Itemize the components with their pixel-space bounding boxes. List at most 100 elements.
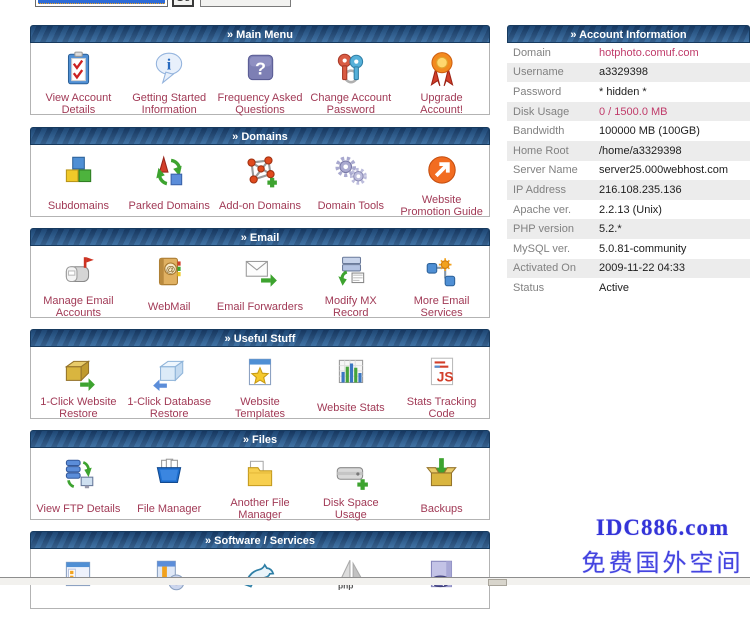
account-info-value: /home/a3329398 xyxy=(599,145,682,157)
account-info-label: IP Address xyxy=(507,184,599,196)
menu-item-label: File Manager xyxy=(124,496,215,522)
account-info-label: Domain xyxy=(507,47,599,59)
account-info-row: Apache ver.2.2.13 (Unix) xyxy=(507,200,750,220)
menu-item-label: Frequency Asked Questions xyxy=(215,91,306,117)
section-useful-stuff: » Useful Stuff 1-Click Website Restore1-… xyxy=(30,329,490,419)
menu-item[interactable]: iGetting Started Information xyxy=(124,45,215,112)
menu-item[interactable]: Parked Domains xyxy=(124,147,215,214)
menu-item[interactable]: @WebMail xyxy=(124,248,215,315)
menu-item[interactable]: Website Promotion Guide xyxy=(396,147,487,214)
software-box-icon xyxy=(124,553,215,597)
account-info-label: Apache ver. xyxy=(507,204,599,216)
menu-item[interactable]: Website Stats xyxy=(305,349,396,416)
watermark-site: IDC886.com xyxy=(575,515,750,541)
menu-item-label: Website Stats xyxy=(305,395,396,421)
account-info-value: Active xyxy=(599,282,629,294)
cubes-icon xyxy=(33,149,124,193)
menu-item-label: Modify MX Record xyxy=(305,294,396,320)
svg-text:?: ? xyxy=(255,58,266,78)
menu-item[interactable]: Subdomains xyxy=(33,147,124,214)
section-files: » Files View FTP DetailsFile ManagerAnot… xyxy=(30,430,490,520)
account-info-value: 2.2.13 (Unix) xyxy=(599,204,662,216)
menu-item[interactable]: Upgrade Account! xyxy=(396,45,487,112)
file-manager-icon xyxy=(124,452,215,496)
menu-item-label: Website Templates xyxy=(215,395,306,421)
menu-item[interactable]: View Account Details xyxy=(33,45,124,112)
section-body: SubdomainsParked DomainsAdd-on DomainsDo… xyxy=(30,145,490,217)
watermark: IDC886.com 免费国外空间 xyxy=(575,515,750,578)
account-info-row: Activated On2009-11-22 04:33 xyxy=(507,259,750,279)
watermark-caption: 免费国外空间 xyxy=(575,543,750,578)
menu-item[interactable]: 1-Click Database Restore xyxy=(124,349,215,416)
stats-bars-icon xyxy=(305,351,396,395)
menu-item[interactable]: More Email Services xyxy=(396,248,487,315)
menu-item-label: Website Promotion Guide xyxy=(396,193,487,219)
mailbox-icon xyxy=(33,250,124,294)
account-select-input[interactable] xyxy=(35,0,168,7)
menu-item-label: 1-Click Website Restore xyxy=(33,395,124,421)
menu-item-label xyxy=(305,597,396,623)
app-window-icon xyxy=(33,553,124,597)
menu-item[interactable]: Manage Email Accounts xyxy=(33,248,124,315)
svg-text:i: i xyxy=(167,57,172,74)
menu-item-label xyxy=(33,597,124,623)
account-info-label: Bandwidth xyxy=(507,125,599,137)
server-mail-icon xyxy=(305,250,396,294)
menu-item-label: Email Forwarders xyxy=(215,294,306,320)
account-info-value: 216.108.235.136 xyxy=(599,184,682,196)
section-domains: » Domains SubdomainsParked DomainsAdd-on… xyxy=(30,127,490,217)
section-header: » Main Menu xyxy=(30,25,490,43)
address-book-icon: @ xyxy=(124,250,215,294)
account-info-label: Server Name xyxy=(507,164,599,176)
menu-item-label: WebMail xyxy=(124,294,215,320)
svg-text:@: @ xyxy=(166,265,176,276)
menu-item[interactable]: Website Templates xyxy=(215,349,306,416)
account-info-row: Server Nameserver25.000webhost.com xyxy=(507,161,750,181)
section-body: View Account DetailsiGetting Started Inf… xyxy=(30,43,490,115)
menu-item[interactable]: JSStats Tracking Code xyxy=(396,349,487,416)
create-new-button[interactable]: Create New xyxy=(200,0,291,7)
gears-icon xyxy=(305,149,396,193)
folder-icon xyxy=(215,452,306,496)
account-details-icon xyxy=(33,47,124,91)
section-header: » Domains xyxy=(30,127,490,145)
account-info-row: IP Address216.108.235.136 xyxy=(507,180,750,200)
account-info-row: Disk Usage0 / 1500.0 MB xyxy=(507,102,750,122)
horizontal-scrollbar[interactable] xyxy=(0,577,750,585)
account-info-row: PHP version5.2.* xyxy=(507,219,750,239)
menu-item[interactable]: View FTP Details xyxy=(33,450,124,517)
menu-item[interactable]: Another File Manager xyxy=(215,450,306,517)
menu-item[interactable]: Backups xyxy=(396,450,487,517)
menu-item[interactable]: Change Account Password xyxy=(305,45,396,112)
account-info-value: * hidden * xyxy=(599,86,647,98)
envelope-forward-icon xyxy=(215,250,306,294)
go-button[interactable]: Go xyxy=(172,0,194,7)
mysql-icon xyxy=(215,553,306,597)
account-info-value: 5.0.81-community xyxy=(599,243,686,255)
php-icon: php xyxy=(396,553,487,597)
menu-item[interactable]: 1-Click Website Restore xyxy=(33,349,124,416)
menu-item[interactable]: File Manager xyxy=(124,450,215,517)
keys-icon xyxy=(305,47,396,91)
account-info-label: Home Root xyxy=(507,145,599,157)
menu-item[interactable]: Disk Space Usage xyxy=(305,450,396,517)
account-info-label: MySQL ver. xyxy=(507,243,599,255)
account-info-row: Usernamea3329398 xyxy=(507,63,750,83)
menu-item[interactable]: Domain Tools xyxy=(305,147,396,214)
menu-item-label: Add-on Domains xyxy=(215,193,306,219)
section-email: » Email Manage Email Accounts@WebMailEma… xyxy=(30,228,490,318)
disk-plus-icon xyxy=(305,452,396,496)
account-info-row: Password* hidden * xyxy=(507,82,750,102)
menu-item-label xyxy=(396,597,487,623)
account-info-value[interactable]: hotphoto.comuf.com xyxy=(599,47,699,59)
section-software-services: » Software / Services phpphp xyxy=(30,531,490,609)
section-header: » Software / Services xyxy=(30,531,490,549)
menu-item[interactable]: Modify MX Record xyxy=(305,248,396,315)
account-info-value: 2009-11-22 04:33 xyxy=(599,262,685,274)
menu-item[interactable]: Email Forwarders xyxy=(215,248,306,315)
menu-item-label: Disk Space Usage xyxy=(305,496,396,522)
promotion-arrow-icon xyxy=(396,149,487,193)
menu-item-label xyxy=(124,597,215,623)
menu-item[interactable]: ?Frequency Asked Questions xyxy=(215,45,306,112)
menu-item[interactable]: Add-on Domains xyxy=(215,147,306,214)
